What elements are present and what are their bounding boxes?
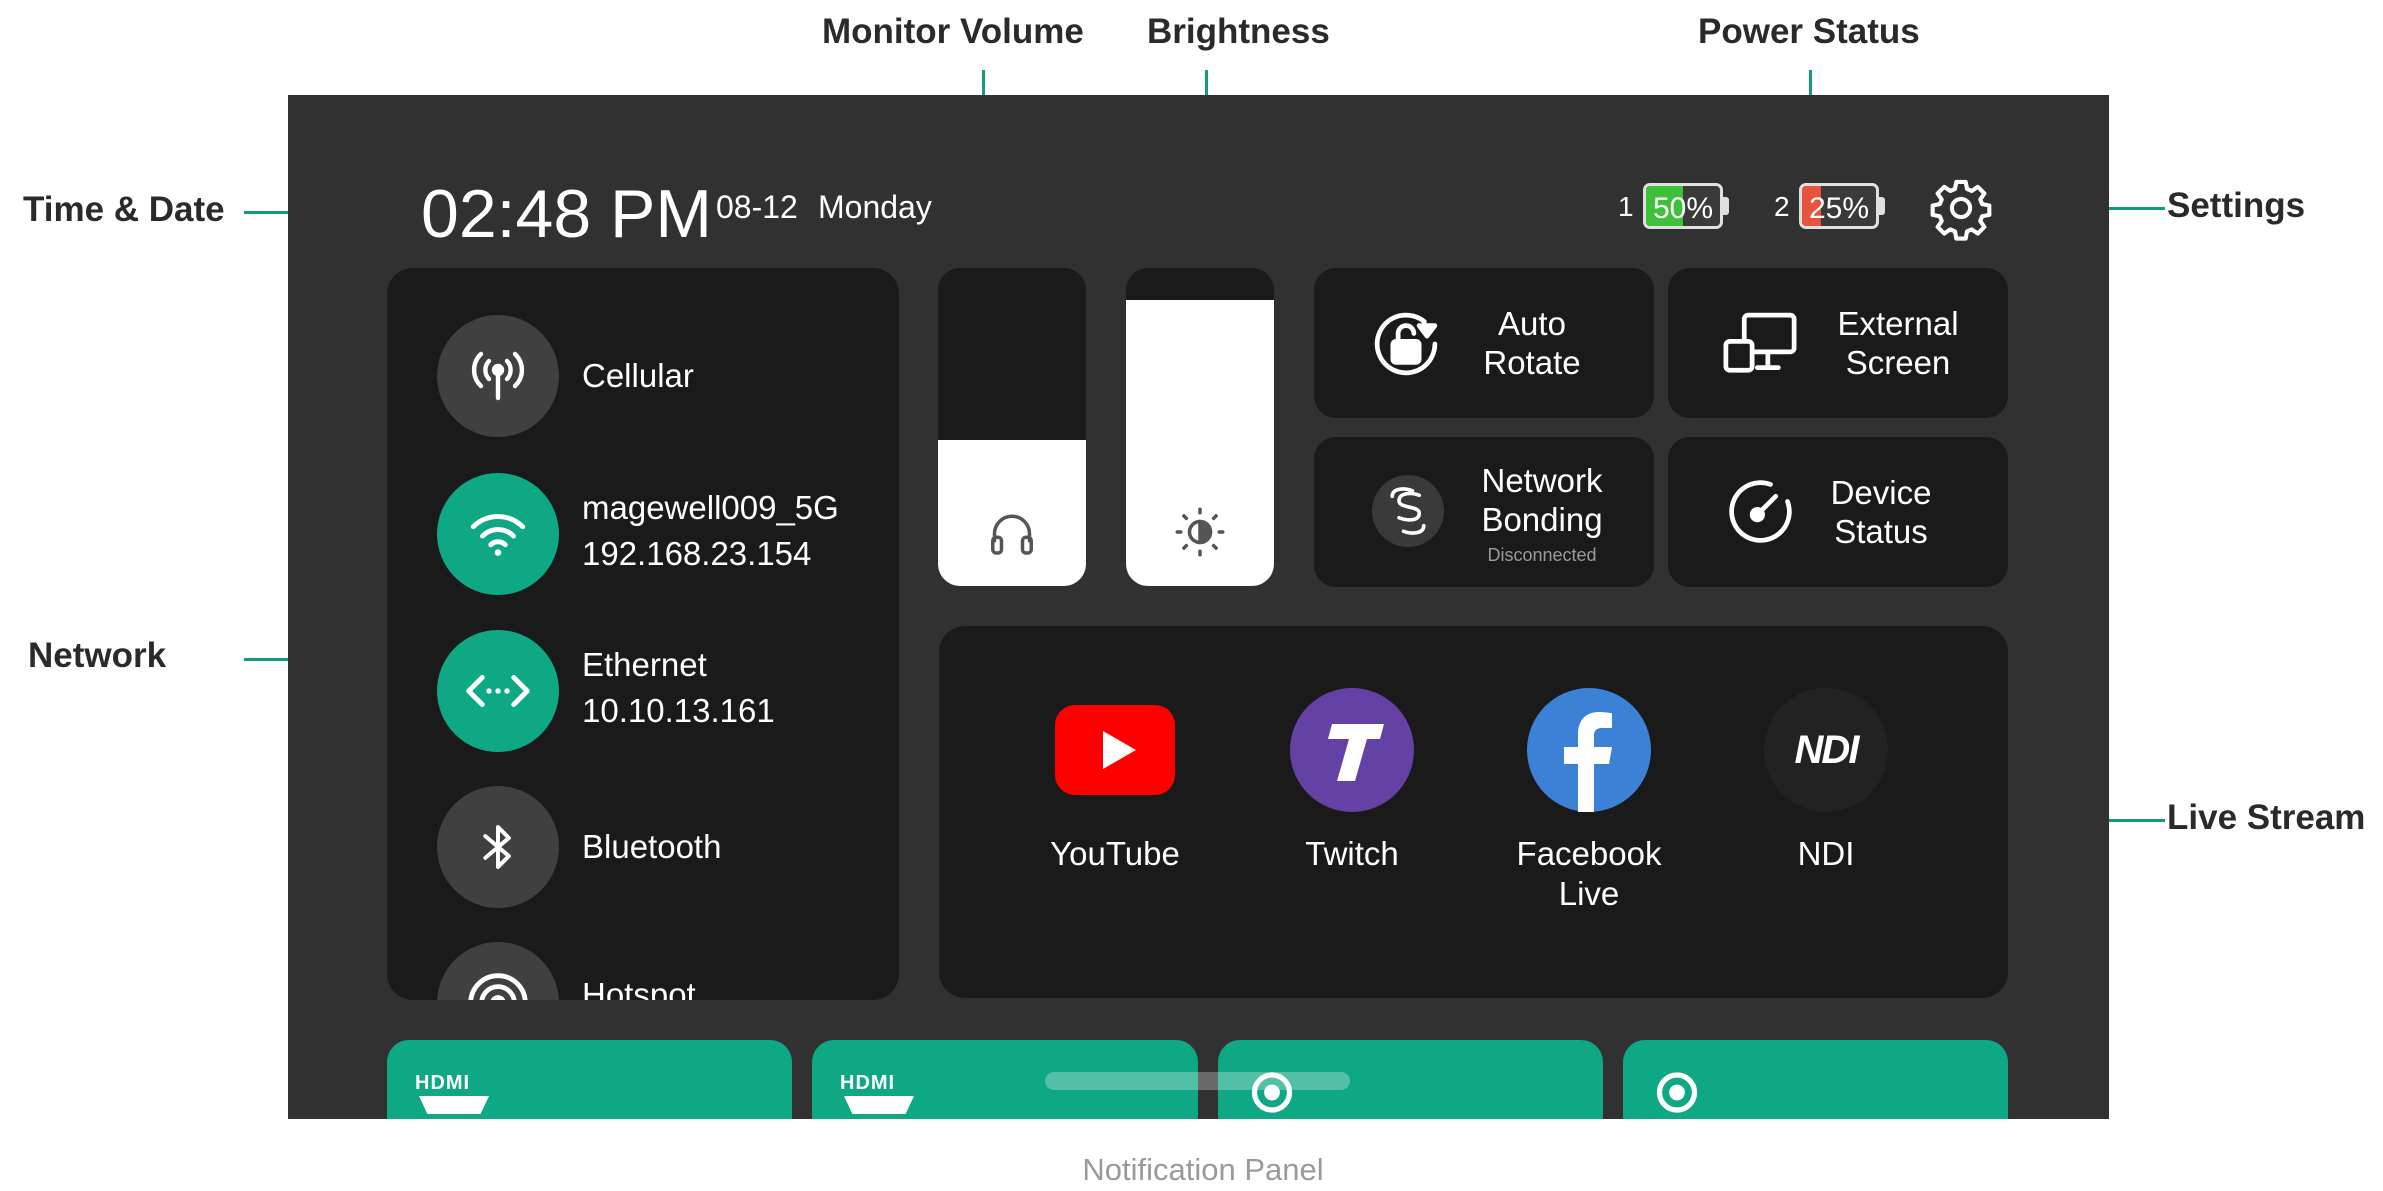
network-bonding-label-1: Network [1481,462,1603,499]
source-tile-hdmi-1[interactable]: HDMI [387,1040,792,1119]
callout-notification-panel: Notification Panel [1082,1152,1324,1187]
cellular-antenna-icon [471,351,525,401]
bluetooth-label: Bluetooth [582,828,722,865]
external-screen-label-1: External [1837,305,1959,342]
ethernet-ip: 10.10.13.161 [582,692,775,729]
bluetooth-icon [483,825,511,869]
network-bonding-status: Disconnected [1487,545,1597,565]
brightness-slider[interactable] [1126,268,1274,586]
ethernet-toggle[interactable] [437,630,559,752]
ethernet-icon [466,675,530,707]
battery-2-icon: 25% [1799,183,1879,229]
wifi-icon [470,514,526,556]
wifi-toggle[interactable] [437,473,559,595]
hdmi-icon: HDMI [415,1072,497,1114]
ethernet-label: Ethernet [582,646,707,683]
clock-date: 08-12 [716,189,798,225]
notification-panel-handle[interactable] [1045,1072,1350,1090]
monitor-volume-slider[interactable] [938,268,1086,586]
external-screen-label-2: Screen [1845,344,1951,381]
hdmi-icon: HDMI [840,1072,922,1114]
cellular-toggle[interactable] [437,315,559,437]
ndi-logo-text: NDI [1794,727,1860,772]
clock-time: 02:48 PM [421,176,713,252]
battery-2: 2 25% [1774,183,1904,231]
callout-settings: Settings [2167,186,2306,225]
callout-power-status: Power Status [1698,12,1920,51]
auto-rotate-label-1: Auto [1498,305,1566,342]
bonding-icon-bg [1372,475,1444,547]
clock-weekday: Monday [818,189,932,225]
external-screen-tile[interactable]: External Screen [1668,268,2008,418]
brightness-icon [1175,507,1225,557]
network-item-cellular[interactable]: Cellular [437,315,877,437]
network-item-hotspot[interactable]: Hotspot [437,942,877,1000]
callout-monitor-volume: Monitor Volume [822,12,1084,51]
network-bonding-tile[interactable]: Network Bonding Disconnected [1314,437,1654,587]
ndi-icon: NDI [1764,688,1888,812]
device-status-label-2: Status [1834,513,1928,550]
battery-2-percent: 25% [1808,192,1870,225]
webcam-icon [1656,1072,1698,1113]
network-item-ethernet[interactable]: Ethernet 10.10.13.161 [437,630,877,752]
gear-icon [1930,179,1992,241]
battery-1-percent: 50% [1652,192,1714,225]
ndi-label: NDI [1797,835,1855,872]
twitch-label: Twitch [1305,835,1399,872]
control-center-screen: 02:48 PM 08-12 Monday 1 50% 2 25% Cellul… [288,95,2109,1119]
device-status-label-1: Device [1830,474,1932,511]
network-item-bluetooth[interactable]: Bluetooth [437,786,877,908]
hotspot-label: Hotspot [582,976,696,1000]
callout-live-stream: Live Stream [2167,798,2366,837]
network-item-wifi[interactable]: magewell009_5G 192.168.23.154 [437,473,877,595]
network-panel: Cellular magewell009_5G 192.168.23.154 E… [387,268,899,1000]
wifi-ip: 192.168.23.154 [582,535,812,572]
hdmi-logo-text: HDMI [840,1072,896,1094]
settings-button[interactable] [1928,175,1994,241]
bonding-icon [1390,487,1426,535]
headphones-icon [991,514,1033,555]
callout-time-date: Time & Date [23,190,225,229]
auto-rotate-tile[interactable]: Auto Rotate [1314,268,1654,418]
battery-2-index: 2 [1774,191,1790,222]
source-tile-camera-2[interactable] [1623,1040,2008,1119]
auto-rotate-label-2: Rotate [1483,344,1581,381]
external-screen-icon [1723,312,1797,373]
battery-1-index: 1 [1618,191,1634,222]
wifi-ssid: magewell009_5G [582,489,839,526]
cellular-label: Cellular [582,357,694,394]
stage: Time & Date Network Monitor Volume Brigh… [0,0,2383,1191]
device-status-tile[interactable]: Device Status [1668,437,2008,587]
hotspot-toggle[interactable] [437,942,559,1000]
facebook-live-label: Facebook Live [1516,835,1662,912]
battery-1: 1 50% [1618,183,1748,231]
live-stream-panel: YouTube Twitch Facebook Live NDI NDI [939,626,2008,998]
bluetooth-toggle[interactable] [437,786,559,908]
hdmi-connector-shape [419,1096,489,1114]
youtube-label: YouTube [1050,835,1180,872]
twitch-icon [1290,688,1414,812]
hdmi-connector-shape [844,1096,914,1114]
facebook-icon [1527,688,1651,812]
battery-1-tip [1723,197,1729,215]
youtube-icon [1055,705,1175,795]
network-bonding-label-2: Bonding [1481,501,1603,538]
hotspot-icon [468,973,528,1000]
hdmi-logo-text: HDMI [415,1072,471,1094]
battery-1-icon: 50% [1643,183,1723,229]
battery-2-tip [1879,197,1885,215]
callout-brightness: Brightness [1147,12,1330,51]
callout-network: Network [28,636,167,675]
